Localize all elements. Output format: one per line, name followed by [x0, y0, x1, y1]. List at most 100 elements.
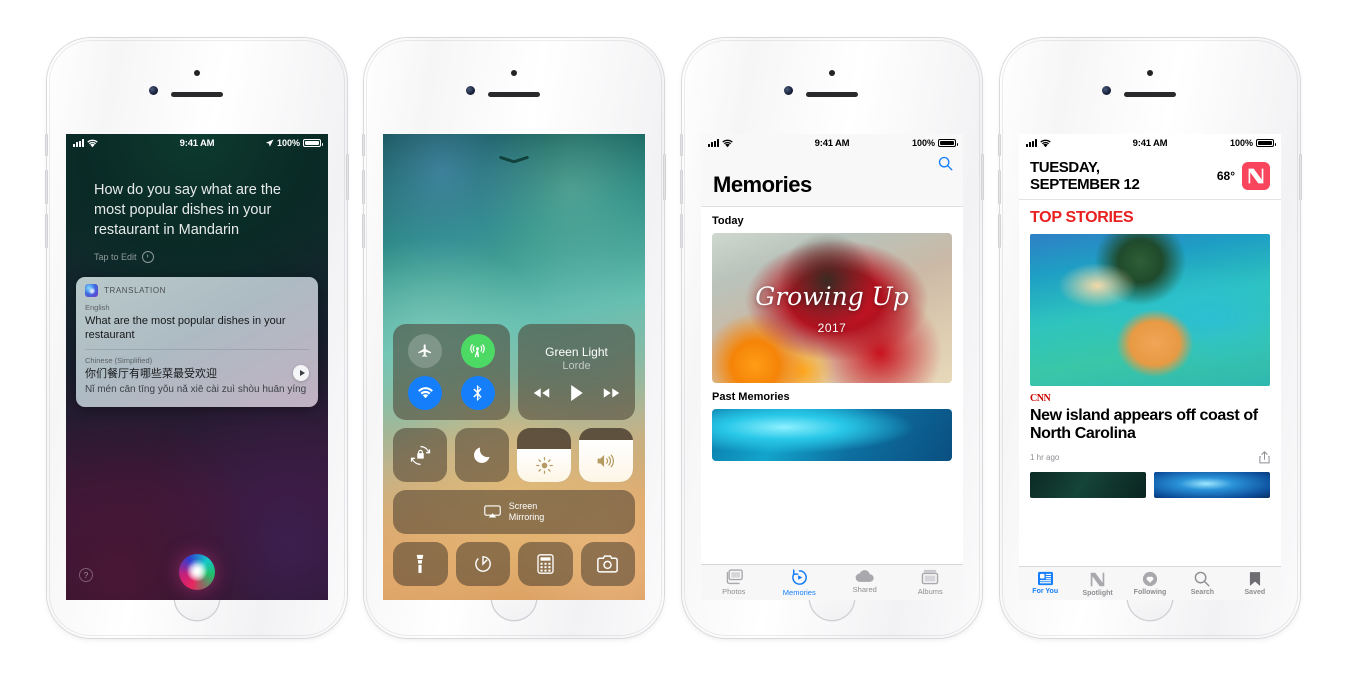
memories-list[interactable]: Today Growing Up 2017 Past Memories [701, 207, 963, 564]
bookmark-icon [1249, 572, 1260, 586]
mute-switch[interactable] [362, 134, 365, 156]
memories-nav-bar: Memories [701, 152, 963, 207]
volume-up-button[interactable] [998, 170, 1001, 204]
siri-orb[interactable] [179, 554, 215, 590]
tap-to-edit-label: Tap to Edit [94, 252, 137, 262]
tab-search[interactable]: Search [1176, 571, 1228, 597]
story-thumbnail[interactable] [1030, 472, 1146, 498]
play-icon[interactable] [570, 385, 583, 401]
camera-icon [597, 555, 619, 573]
memory-overlay: Growing Up 2017 [712, 233, 952, 383]
do-not-disturb-toggle[interactable] [455, 428, 509, 482]
play-translation-button[interactable] [293, 365, 309, 381]
mirroring-line2: Mirroring [508, 512, 545, 522]
tab-spotlight[interactable]: Spotlight [1071, 571, 1123, 597]
airplane-mode-toggle[interactable] [408, 334, 443, 368]
now-playing-tile[interactable]: Green Light Lorde [518, 324, 635, 420]
screen-mirroring-button[interactable]: Screen Mirroring [393, 490, 635, 534]
cc-row-shortcuts [393, 542, 635, 586]
airplay-icon [483, 504, 501, 518]
story-meta: 1 hr ago [1030, 451, 1270, 464]
apple-news-icon[interactable] [1242, 162, 1270, 190]
news-feed[interactable]: TOP STORIES CNN New island appears off c… [1019, 200, 1281, 566]
volume-up-button[interactable] [45, 170, 48, 204]
bluetooth-icon [473, 384, 482, 402]
tap-to-edit-button[interactable]: Tap to Edit › [94, 247, 312, 267]
now-playing-artist: Lorde [562, 360, 591, 372]
tab-memories[interactable]: Memories [767, 569, 833, 597]
screenshot-canvas: 9:41 AM 100% How do you say what are the… [0, 0, 1348, 675]
power-button[interactable] [346, 154, 349, 200]
playback-controls [533, 385, 620, 401]
tab-label: Following [1133, 589, 1167, 596]
rewind-icon[interactable] [533, 387, 550, 399]
tab-label: Photos [722, 587, 746, 596]
calculator-icon [537, 554, 554, 574]
share-icon[interactable] [1259, 451, 1270, 464]
siri-translation-icon [85, 284, 98, 297]
power-button[interactable] [981, 154, 984, 200]
mute-switch[interactable] [45, 134, 48, 156]
news-tab-bar: For You Spotlight Following Search Saved [1019, 566, 1281, 600]
volume-slider[interactable] [579, 428, 633, 482]
volume-up-button[interactable] [362, 170, 365, 204]
timer-icon [474, 556, 491, 572]
translation-card[interactable]: TRANSLATION English What are the most po… [76, 277, 318, 407]
tab-saved[interactable]: Saved [1229, 571, 1281, 597]
tab-photos[interactable]: Photos [701, 569, 767, 597]
mirroring-line1: Screen [508, 501, 538, 511]
power-button[interactable] [663, 154, 666, 200]
tab-label: For You [1032, 588, 1059, 595]
cellular-data-toggle[interactable] [460, 334, 495, 368]
cc-row-top: Green Light Lorde [393, 324, 635, 420]
siri-help-button[interactable]: ? [79, 568, 93, 582]
power-button[interactable] [1299, 154, 1302, 200]
memory-card-past[interactable] [712, 409, 952, 461]
earpiece-speaker [488, 92, 540, 97]
target-text: 你们餐厅有哪些菜最受欢迎 [85, 368, 217, 380]
bluetooth-toggle[interactable] [460, 376, 495, 410]
tab-following[interactable]: Following [1124, 571, 1176, 597]
screen-mirroring-label: Screen Mirroring [509, 501, 545, 523]
volume-fill [579, 439, 633, 482]
story-headline[interactable]: New island appears off coast of North Ca… [1030, 407, 1270, 443]
timer-button[interactable] [455, 542, 510, 586]
news-date-line1: TUESDAY, [1030, 159, 1100, 176]
shared-cloud-icon [855, 570, 874, 582]
chevron-down-icon[interactable] [498, 155, 530, 168]
rotation-lock-toggle[interactable] [393, 428, 447, 482]
volume-down-button[interactable] [45, 214, 48, 248]
volume-up-button[interactable] [680, 170, 683, 204]
volume-down-button[interactable] [680, 214, 683, 248]
photos-memories-screen: 9:41 AM 100% Memories Today Growing Up 2… [701, 134, 963, 600]
tab-shared[interactable]: Shared [832, 569, 898, 597]
tab-for-you[interactable]: For You [1019, 571, 1071, 597]
volume-down-button[interactable] [362, 214, 365, 248]
brightness-icon [535, 456, 553, 474]
tab-albums[interactable]: Albums [898, 569, 964, 597]
source-text: What are the most popular dishes in your… [85, 315, 286, 341]
wifi-toggle[interactable] [408, 376, 443, 410]
brightness-slider[interactable] [517, 428, 571, 482]
cc-row-middle [393, 428, 635, 482]
camera-button[interactable] [580, 542, 635, 586]
fast-forward-icon[interactable] [603, 387, 620, 399]
mute-switch[interactable] [680, 134, 683, 156]
memory-card-today[interactable]: Growing Up 2017 [712, 233, 952, 383]
proximity-sensor [1147, 70, 1153, 76]
play-icon [299, 370, 305, 376]
pinyin-text: Nǐ mén cān tīng yǒu nǎ xiē cài zuì shòu … [85, 384, 307, 395]
story-thumbnail[interactable] [1154, 472, 1270, 498]
story-hero-image[interactable] [1030, 234, 1270, 386]
siri-query: How do you say what are the most popular… [94, 180, 312, 267]
volume-down-button[interactable] [998, 214, 1001, 248]
flashlight-button[interactable] [393, 542, 448, 586]
for-you-icon [1037, 571, 1053, 586]
siri-screen: 9:41 AM 100% How do you say what are the… [66, 134, 328, 600]
search-button[interactable] [938, 156, 953, 176]
mute-switch[interactable] [998, 134, 1001, 156]
tab-label: Saved [1244, 589, 1266, 596]
calculator-button[interactable] [518, 542, 573, 586]
tab-label: Shared [852, 585, 877, 594]
tab-label: Spotlight [1082, 590, 1113, 597]
